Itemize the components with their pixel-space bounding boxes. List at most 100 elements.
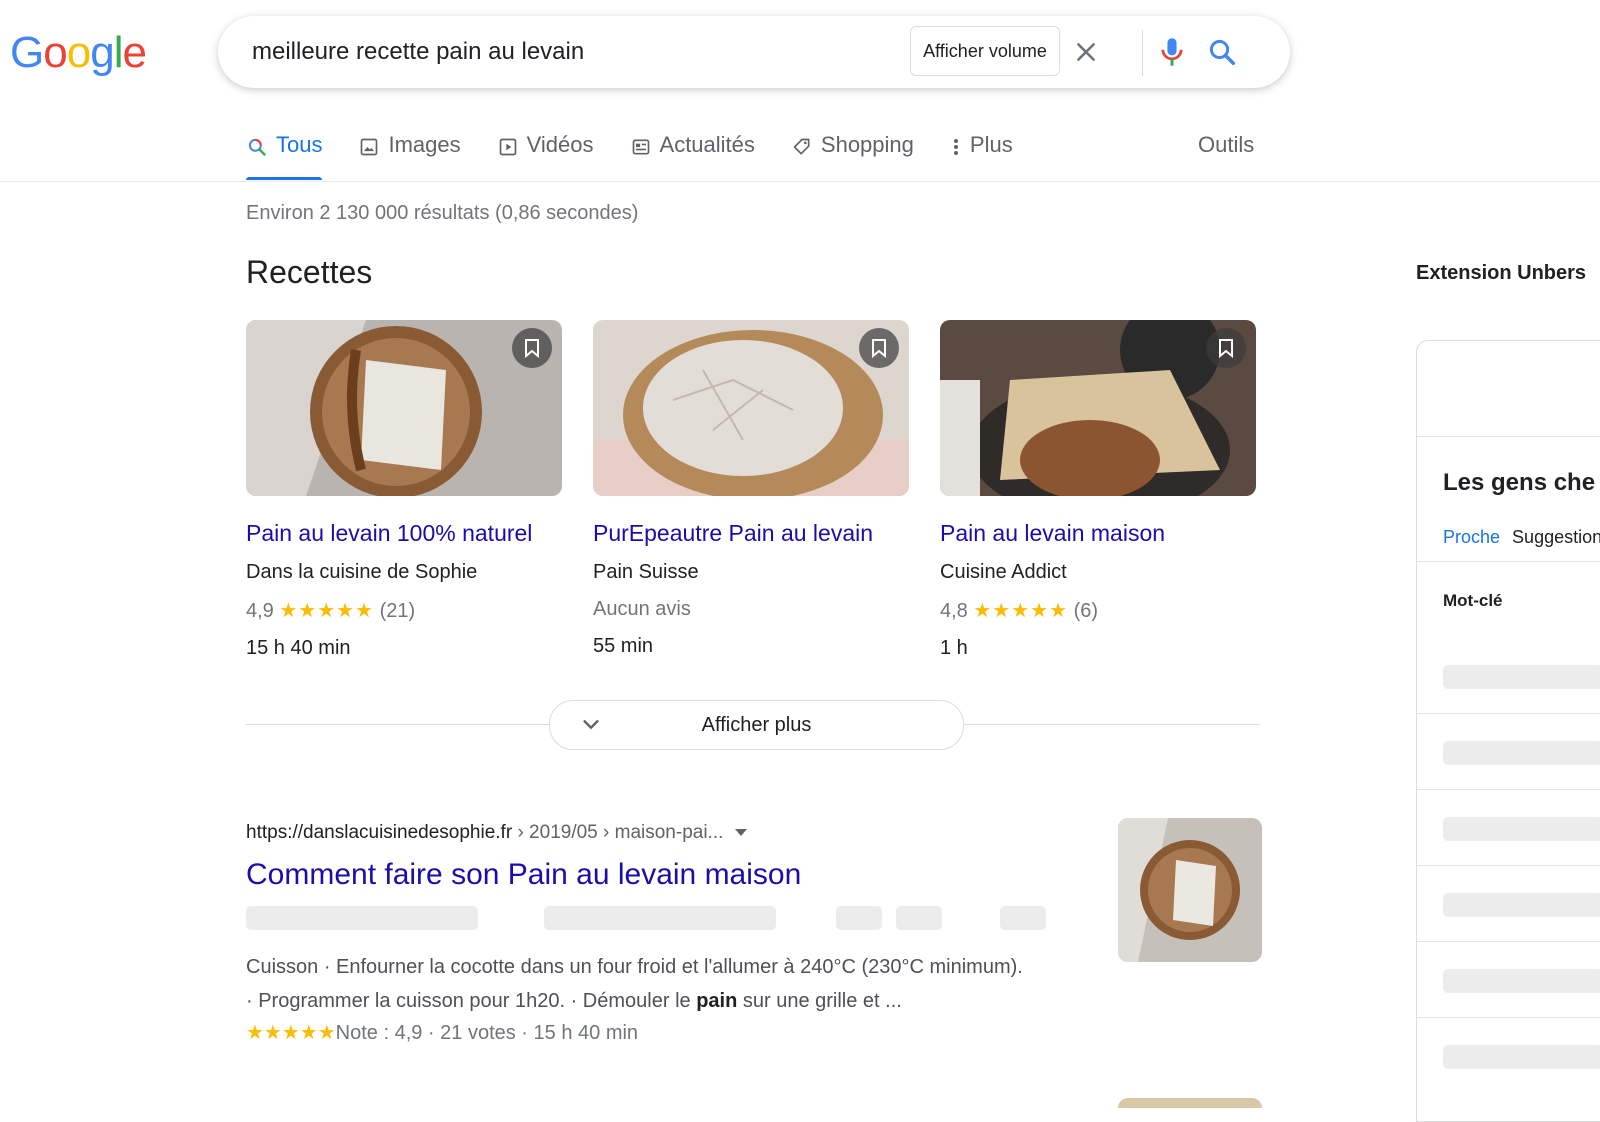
tab-all[interactable]: Tous: [246, 126, 323, 180]
snippet-line: Cuisson · Enfourner la cocotte dans un f…: [246, 956, 1023, 978]
result-url[interactable]: https://danslacuisinedesophie.fr › 2019/…: [246, 822, 748, 844]
panel-divider: [1417, 561, 1600, 562]
skeleton-placeholder: [836, 906, 882, 930]
recipe-no-reviews: Aucun avis: [593, 598, 691, 620]
skeleton-placeholder: [1443, 817, 1600, 841]
panel-heading: Les gens che: [1443, 469, 1596, 496]
panel-divider: [1417, 1017, 1600, 1018]
image-icon: [358, 136, 380, 158]
tab-news[interactable]: Actualités: [630, 126, 755, 180]
recipe-time: 1 h: [940, 637, 968, 659]
tab-nearby[interactable]: Proche: [1443, 527, 1500, 547]
chevron-down-icon: [580, 713, 602, 741]
recipe-image[interactable]: [940, 320, 1256, 496]
extension-title: Extension Unbers: [1416, 262, 1587, 284]
logo-letter: g: [90, 28, 115, 77]
snippet-text: · Programmer la cuisson pour 1h20. · Dém…: [246, 990, 697, 1012]
search-box[interactable]: meilleure recette pain au levain Affiche…: [218, 16, 1290, 88]
search-icon[interactable]: [1204, 34, 1240, 70]
rating-stars: ★★★★★: [973, 600, 1069, 622]
video-icon: [497, 136, 519, 158]
recipe-card[interactable]: Pain au levain 100% naturel Dans la cuis…: [246, 320, 562, 660]
result-thumbnail[interactable]: [1118, 818, 1262, 962]
result-path: › 2019/05 › maison-pai...: [512, 822, 724, 843]
skeleton-placeholder: [1443, 893, 1600, 917]
tab-more[interactable]: Plus: [950, 126, 1013, 180]
bookmark-icon[interactable]: [512, 328, 552, 368]
result-meta: ★★★★★Note : 4,9 · 21 votes · 15 h 40 min: [246, 1020, 638, 1045]
search-divider: [1142, 30, 1143, 76]
snippet-line: · Programmer la cuisson pour 1h20. · Dém…: [246, 984, 1106, 1018]
search-input[interactable]: meilleure recette pain au levain: [252, 38, 584, 66]
mic-icon[interactable]: [1154, 34, 1190, 70]
result-snippet: Cuisson · Enfourner la cocotte dans un f…: [246, 950, 1106, 1018]
result-title[interactable]: Comment faire son Pain au levain maison: [246, 858, 801, 892]
logo-letter: l: [113, 28, 124, 77]
tab-videos[interactable]: Vidéos: [497, 126, 594, 180]
recipe-time: 15 h 40 min: [246, 637, 351, 659]
recipes-heading: Recettes: [246, 254, 373, 290]
tab-label: Actualités: [659, 132, 755, 157]
caret-down-icon[interactable]: [735, 829, 748, 837]
recipe-source: Dans la cuisine de Sophie: [246, 561, 478, 583]
tools-button[interactable]: Outils: [1198, 132, 1254, 158]
show-volume-button[interactable]: Afficher volume: [910, 26, 1060, 76]
rating-stars: ★★★★★: [246, 1022, 336, 1044]
recipe-source: Pain Suisse: [593, 561, 699, 583]
recipe-card[interactable]: PurEpeautre Pain au levain Pain Suisse A…: [593, 320, 909, 658]
result-rating-text: Note : 4,9 · 21 votes · 15 h 40 min: [335, 1022, 639, 1044]
tab-label: Plus: [969, 132, 1013, 157]
close-icon[interactable]: [1068, 34, 1104, 70]
bookmark-icon[interactable]: [1206, 328, 1246, 368]
recipe-image[interactable]: [246, 320, 562, 496]
search-tabs: Tous Images Vidéos Actualités Shopping P…: [246, 126, 1049, 180]
panel-divider: [1417, 436, 1600, 437]
snippet-bold: pain: [696, 990, 738, 1012]
recipe-card[interactable]: Pain au levain maison Cuisine Addict 4,8…: [940, 320, 1256, 660]
skeleton-placeholder: [896, 906, 942, 930]
skeleton-placeholder: [1443, 969, 1600, 993]
recipe-title[interactable]: PurEpeautre Pain au levain: [593, 520, 909, 547]
recipe-title[interactable]: Pain au levain maison: [940, 520, 1256, 547]
show-more-label: Afficher plus: [701, 713, 812, 736]
bookmark-icon[interactable]: [859, 328, 899, 368]
review-count: (6): [1073, 600, 1099, 622]
tab-images[interactable]: Images: [358, 126, 461, 180]
panel-divider: [1417, 941, 1600, 942]
rating-value: 4,8: [940, 600, 968, 622]
tab-suggestions[interactable]: Suggestion: [1512, 527, 1600, 547]
skeleton-placeholder: [544, 906, 776, 930]
recipe-rating: 4,9 ★★★★★ (21): [246, 598, 562, 623]
show-more-button[interactable]: Afficher plus: [549, 700, 964, 750]
rating-value: 4,9: [246, 600, 274, 622]
logo-letter: e: [122, 28, 147, 77]
result-stats: Environ 2 130 000 résultats (0,86 second…: [246, 202, 639, 224]
skeleton-placeholder: [1443, 1045, 1600, 1069]
search-icon: [246, 136, 268, 158]
tab-label: Vidéos: [526, 132, 594, 157]
recipe-time: 55 min: [593, 635, 654, 657]
skeleton-placeholder: [1000, 906, 1046, 930]
extension-panel: Les gens che Proche Suggestion Mot-clé: [1416, 340, 1600, 1122]
rating-stars: ★★★★★: [279, 600, 375, 622]
snippet-text: sur une grille et ...: [737, 990, 902, 1012]
keyword-column-header: Mot-clé: [1443, 591, 1503, 610]
result-domain: https://danslacuisinedesophie.fr: [246, 822, 513, 843]
recipe-rating: 4,8 ★★★★★ (6): [940, 598, 1256, 623]
skeleton-placeholder: [246, 906, 478, 930]
logo-letter: o: [43, 28, 68, 77]
tab-label: Shopping: [820, 132, 914, 157]
panel-tabs: Proche Suggestion: [1443, 527, 1600, 548]
panel-divider: [1417, 789, 1600, 790]
recipe-title[interactable]: Pain au levain 100% naturel: [246, 520, 562, 547]
tab-label: Images: [388, 132, 461, 157]
review-count: (21): [379, 600, 416, 622]
logo-letter: o: [66, 28, 92, 77]
panel-divider: [1417, 865, 1600, 866]
google-logo[interactable]: Google: [10, 28, 147, 78]
recipe-image[interactable]: [593, 320, 909, 496]
header-divider: [0, 181, 1600, 182]
more-vert-icon: [950, 136, 962, 158]
news-icon: [630, 136, 652, 158]
tab-shopping[interactable]: Shopping: [791, 126, 914, 180]
